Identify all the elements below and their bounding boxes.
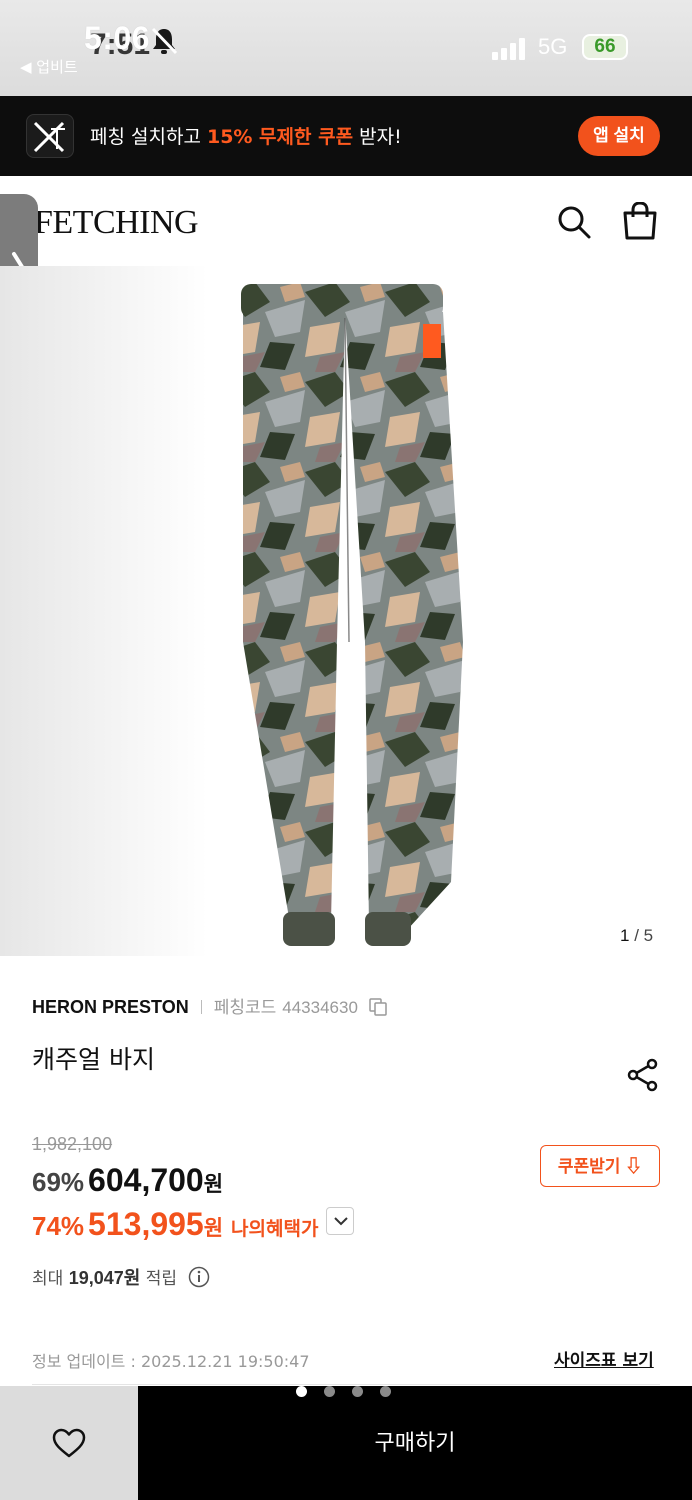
- back-to-app-link[interactable]: ◀ 업비트: [20, 56, 78, 77]
- benefit-percent: 74%: [32, 1211, 85, 1241]
- section-divider: [32, 1384, 660, 1385]
- benefit-dropdown-toggle[interactable]: [326, 1207, 355, 1235]
- product-brand[interactable]: HERON PRESTON: [32, 997, 189, 1017]
- original-price: 1,982,100: [32, 1134, 113, 1154]
- close-icon: [33, 121, 65, 153]
- benefit-price-row: 74% 513,995원 나의혜택가: [32, 1206, 355, 1243]
- reward-points: 최대 19,047원 적립: [32, 1264, 210, 1290]
- image-counter-current: 1: [620, 926, 630, 945]
- page-dot: [352, 1386, 363, 1397]
- discount-percent: 69%: [32, 1167, 85, 1197]
- buy-button[interactable]: 구매하기: [138, 1386, 692, 1500]
- site-header: FETCHING: [0, 176, 692, 266]
- battery-indicator: 66: [582, 34, 628, 60]
- product-meta: HERON PRESTON 페칭코드 44334630: [32, 993, 387, 1018]
- my-benefit-label: 나의혜택가: [231, 1218, 319, 1240]
- sale-price-row: 69% 604,700원: [32, 1162, 223, 1199]
- share-icon[interactable]: [626, 1058, 660, 1092]
- wishlist-button[interactable]: [0, 1386, 138, 1500]
- image-counter: 1 / 5: [620, 926, 653, 946]
- status-bar: 7:51 5:06 ◀ 업비트 5G 66: [0, 0, 692, 96]
- page-dot-active: [296, 1386, 307, 1397]
- install-app-button[interactable]: 앱 설치: [578, 116, 660, 156]
- promo-text-suffix: 받자!: [353, 126, 402, 148]
- sale-price: 604,700: [88, 1162, 204, 1198]
- status-time: 5:06: [84, 20, 151, 56]
- meta-divider: [200, 1000, 202, 1014]
- page-dot: [324, 1386, 335, 1397]
- info-icon[interactable]: [188, 1266, 210, 1288]
- product-code: 44334630: [282, 998, 358, 1017]
- bottom-action-bar: 구매하기: [0, 1386, 692, 1500]
- product-code-label: 페칭코드: [213, 998, 277, 1018]
- points-value: 19,047원: [68, 1268, 141, 1288]
- product-title: 캐주얼 바지: [32, 1045, 155, 1074]
- size-chart-link[interactable]: 사이즈표 보기: [554, 1346, 654, 1371]
- points-suffix: 적립: [140, 1269, 177, 1289]
- benefit-currency-unit: 원: [203, 1216, 224, 1240]
- close-promo-button[interactable]: [26, 114, 74, 158]
- image-counter-total: / 5: [634, 926, 654, 945]
- promo-text-prefix: 페칭 설치하고: [90, 126, 207, 148]
- points-prefix: 최대: [32, 1269, 69, 1289]
- shopping-bag-icon[interactable]: [622, 202, 658, 240]
- product-image: [241, 284, 463, 946]
- product-image-gallery[interactable]: 1 / 5: [0, 266, 692, 956]
- bell-slash-icon: [151, 27, 178, 55]
- get-coupon-button[interactable]: 쿠폰받기 ⇩: [540, 1145, 660, 1187]
- heart-icon: [52, 1428, 86, 1458]
- network-type: 5G: [538, 34, 568, 59]
- site-logo[interactable]: FETCHING: [34, 204, 199, 242]
- benefit-price: 513,995: [88, 1206, 204, 1242]
- currency-unit: 원: [203, 1172, 224, 1196]
- signal-icon: [492, 38, 525, 60]
- copy-icon[interactable]: [369, 998, 387, 1016]
- page-dot: [380, 1386, 391, 1397]
- promo-text-highlight: 15% 무제한 쿠폰: [206, 126, 354, 148]
- search-icon[interactable]: [556, 204, 592, 240]
- promo-message: 페칭 설치하고 15% 무제한 쿠폰 받자!: [90, 122, 402, 149]
- chevron-down-icon: [334, 1217, 349, 1226]
- info-updated-timestamp: 정보 업데이트 : 2025.12.21 19:50:47: [32, 1352, 310, 1371]
